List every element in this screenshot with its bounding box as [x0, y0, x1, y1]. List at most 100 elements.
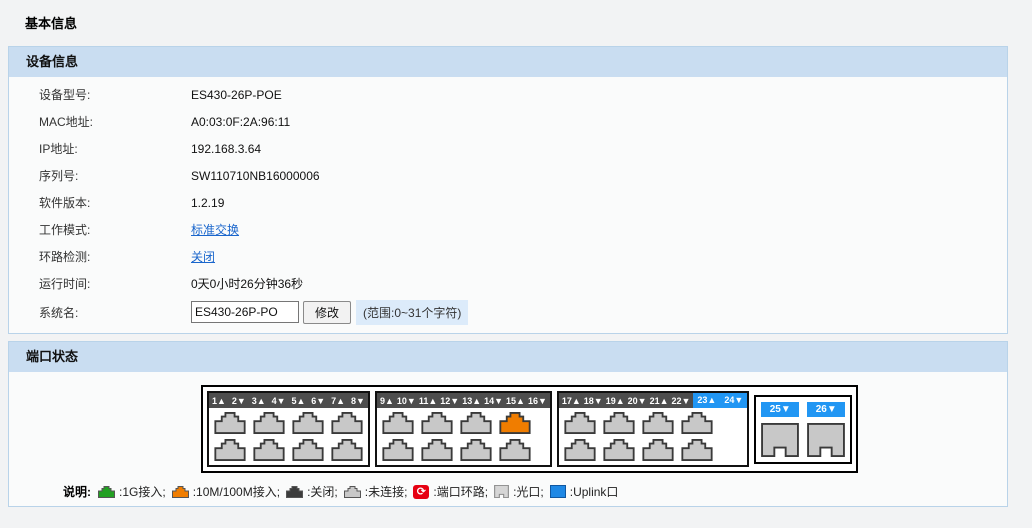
- port-15-label: 15▲: [506, 396, 528, 406]
- page-title: 基本信息: [0, 0, 1032, 46]
- modify-button[interactable]: 修改: [303, 301, 351, 324]
- port-19-icon: [603, 412, 635, 434]
- port-17-icon: [564, 412, 596, 434]
- port-14-label: 14▼: [484, 396, 506, 406]
- port-4-label: 4▼: [272, 396, 289, 406]
- port-13-icon: [460, 412, 492, 434]
- fiber-icon: [494, 485, 509, 498]
- port-6-label: 6▼: [311, 396, 328, 406]
- port-group: 17▲18▼19▲20▼21▲22▼23▲24▼: [557, 391, 749, 467]
- system-name-hint: (范围:0~31个字符): [356, 300, 468, 325]
- system-name-label: 系统名:: [39, 304, 191, 321]
- software-version-row: 软件版本: 1.2.19: [9, 189, 1007, 216]
- uptime-value: 0天0小时26分钟36秒: [191, 275, 303, 292]
- port-24-icon: [681, 439, 713, 461]
- port-group: 1▲2▼3▲4▼5▲6▼7▲8▼: [207, 391, 370, 467]
- port-16-label: 16▼: [528, 396, 550, 406]
- port-status-body: 1▲2▼3▲4▼5▲6▼7▲8▼9▲10▼11▲12▼13▲14▼15▲16▼1…: [9, 372, 1007, 506]
- port-16-icon: [499, 439, 531, 461]
- work-mode-label: 工作模式:: [39, 221, 191, 238]
- port-legend: 说明: :1G接入;:10M/100M接入;:关闭;:未连接;⟳:端口环路;:光…: [63, 483, 1007, 500]
- legend-text: :1G接入;: [119, 483, 166, 500]
- port-21-icon: [642, 412, 674, 434]
- ip-address-label: IP地址:: [39, 140, 191, 157]
- port-7-icon: [331, 412, 363, 434]
- uptime-row: 运行时间: 0天0小时26分钟36秒: [9, 270, 1007, 297]
- port-19-label: 19▲: [606, 396, 628, 406]
- port-3-icon: [253, 412, 285, 434]
- rj45-port-groups: 1▲2▼3▲4▼5▲6▼7▲8▼9▲10▼11▲12▼13▲14▼15▲16▼1…: [207, 391, 749, 467]
- legend-text: :光口;: [513, 483, 544, 500]
- legend-text: :10M/100M接入;: [193, 483, 280, 500]
- legend-items: :1G接入; :10M/100M接入; :关闭; :未连接; ⟳ :端口环路; :光口; :U…: [98, 483, 618, 500]
- sfp-port-group: 25▼26▼: [754, 395, 852, 464]
- rj45-icon: [172, 486, 189, 498]
- port-4-icon: [253, 439, 285, 461]
- legend-item: :1G接入;: [98, 483, 166, 500]
- legend-text: :关闭;: [307, 483, 338, 500]
- loop-detect-row: 环路检测: 关闭: [9, 243, 1007, 270]
- port-20-icon: [603, 439, 635, 461]
- legend-item: :未连接;: [344, 483, 408, 500]
- port-status-panel: 端口状态 1▲2▼3▲4▼5▲6▼7▲8▼9▲10▼11▲12▼13▲14▼15…: [8, 341, 1008, 507]
- port-24-label: 24▼: [720, 393, 747, 408]
- legend-item: :Uplink口: [550, 483, 619, 500]
- port-22-label: 22▼: [671, 396, 693, 406]
- port-21-label: 21▲: [650, 396, 672, 406]
- legend-item: ⟳ :端口环路;: [413, 483, 488, 500]
- port-status-section-header: 端口状态: [9, 342, 1007, 372]
- port-11-label: 11▲: [419, 396, 440, 406]
- port-8-label: 8▼: [351, 396, 368, 406]
- work-mode-link[interactable]: 标准交换: [191, 223, 239, 237]
- port-25: 25▼: [761, 402, 799, 457]
- port-1-label: 1▲: [212, 396, 229, 406]
- port-9-icon: [382, 412, 414, 434]
- port-10-icon: [382, 439, 414, 461]
- port-11-icon: [421, 412, 453, 434]
- system-name-input[interactable]: [191, 301, 299, 323]
- loop-detect-label: 环路检测:: [39, 248, 191, 265]
- port-18-icon: [564, 439, 596, 461]
- port-22-icon: [642, 439, 674, 461]
- legend-item: :10M/100M接入;: [172, 483, 280, 500]
- port-17-label: 17▲: [562, 396, 584, 406]
- legend-text: :Uplink口: [570, 483, 619, 500]
- port-2-label: 2▼: [232, 396, 249, 406]
- legend-item: :光口;: [494, 483, 544, 500]
- rj45-icon: [98, 486, 115, 498]
- port-8-icon: [331, 439, 363, 461]
- switch-faceplate: 1▲2▼3▲4▼5▲6▼7▲8▼9▲10▼11▲12▼13▲14▼15▲16▼1…: [201, 385, 858, 473]
- port-3-label: 3▲: [252, 396, 269, 406]
- port-10-label: 10▼: [397, 396, 419, 406]
- loop-detect-link[interactable]: 关闭: [191, 250, 215, 264]
- port-25-icon: [761, 423, 799, 457]
- port-9-label: 9▲: [380, 396, 397, 406]
- uptime-label: 运行时间:: [39, 275, 191, 292]
- port-12-icon: [421, 439, 453, 461]
- software-version-value: 1.2.19: [191, 196, 224, 210]
- device-model-value: ES430-26P-POE: [191, 88, 282, 102]
- port-23-icon: [681, 412, 713, 434]
- ip-address-row: IP地址: 192.168.3.64: [9, 135, 1007, 162]
- port-23-label: 23▲: [693, 393, 720, 408]
- port-2-icon: [214, 439, 246, 461]
- system-name-row: 系统名: 修改 (范围:0~31个字符): [9, 297, 1007, 327]
- legend-text: :未连接;: [365, 483, 408, 500]
- legend-text: :端口环路;: [433, 483, 488, 500]
- port-5-icon: [292, 412, 324, 434]
- rj45-icon: [286, 486, 303, 498]
- serial-number-value: SW110710NB16000006: [191, 169, 320, 183]
- device-info-section-header: 设备信息: [9, 47, 1007, 77]
- uplink-icon: [550, 485, 566, 498]
- mac-address-row: MAC地址: A0:03:0F:2A:96:11: [9, 108, 1007, 135]
- port-diagram: 1▲2▼3▲4▼5▲6▼7▲8▼9▲10▼11▲12▼13▲14▼15▲16▼1…: [201, 385, 1007, 473]
- device-model-row: 设备型号: ES430-26P-POE: [9, 81, 1007, 108]
- port-25-label: 25▼: [761, 402, 799, 417]
- port-26-icon: [807, 423, 845, 457]
- serial-number-label: 序列号:: [39, 167, 191, 184]
- port-12-label: 12▼: [440, 396, 462, 406]
- port-group: 9▲10▼11▲12▼13▲14▼15▲16▼: [375, 391, 552, 467]
- loop-icon: ⟳: [413, 485, 429, 499]
- port-18-label: 18▼: [584, 396, 606, 406]
- work-mode-row: 工作模式: 标准交换: [9, 216, 1007, 243]
